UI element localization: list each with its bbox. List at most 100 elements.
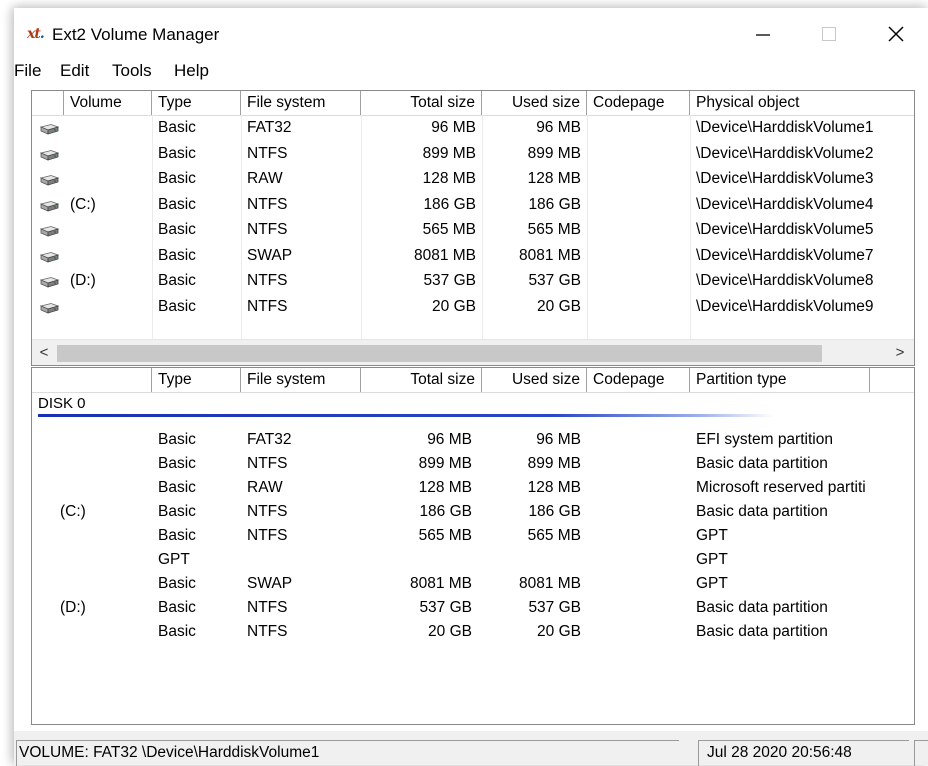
- volume-codepage: [587, 268, 690, 293]
- partition-type: Basic data partition: [696, 503, 828, 520]
- scroll-left-arrow-icon[interactable]: <: [32, 340, 56, 365]
- close-button[interactable]: [873, 14, 919, 54]
- partition-volume: [54, 476, 152, 500]
- volume-physical-object: \Device\HarddiskVolume5: [696, 221, 874, 238]
- title-bar[interactable]: xt. Ext2 Volume Manager: [14, 8, 928, 58]
- col-header-type[interactable]: Type: [152, 368, 241, 392]
- volume-total-size: 186 GB: [423, 195, 476, 213]
- partition-row[interactable]: Basic RAW 128 MB 128 MB Microsoft reserved p…: [32, 476, 914, 500]
- partition-volume: (D:): [60, 599, 86, 616]
- app-window: xt. Ext2 Volume Manager File Edit Tools …: [14, 8, 928, 766]
- volume-row[interactable]: (C:) Basic NTFS 186 GB 186 GB \Device\Harddis…: [32, 192, 914, 217]
- col-header-icon[interactable]: [32, 91, 64, 115]
- partition-type-basic: Basic: [158, 527, 196, 544]
- volume-total-size: 128 MB: [422, 170, 476, 187]
- partition-total-size: 8081 MB: [409, 575, 472, 592]
- col-header-total-size[interactable]: Total size: [361, 368, 482, 392]
- volume-total-size: 8081 MB: [413, 246, 476, 264]
- col-header-partition-type[interactable]: Partition type: [690, 368, 870, 392]
- volume-used-size: 565 MB: [527, 221, 581, 238]
- maximize-button[interactable]: [806, 14, 852, 54]
- volume-row[interactable]: Basic NTFS 565 MB 565 MB \Device\HarddiskVol…: [32, 217, 914, 242]
- volume-codepage: [587, 115, 690, 140]
- volume-physical-object: \Device\HarddiskVolume3: [696, 170, 874, 187]
- drive-icon: [39, 148, 60, 161]
- volume-row[interactable]: Basic SWAP 8081 MB 8081 MB \Device\HarddiskV…: [32, 243, 914, 268]
- volume-type: Basic: [158, 195, 196, 213]
- menu-help[interactable]: Help: [174, 61, 209, 81]
- volume-row[interactable]: Basic NTFS 20 GB 20 GB \Device\HarddiskVolum…: [32, 294, 914, 319]
- volume-type: Basic: [158, 119, 196, 136]
- partition-used-size: 537 GB: [528, 599, 581, 616]
- volume-row[interactable]: Basic FAT32 96 MB 96 MB \Device\HarddiskVolu…: [32, 115, 914, 140]
- partition-row[interactable]: Basic SWAP 8081 MB 8081 MB GPT: [32, 572, 914, 596]
- disk-label[interactable]: DISK 0: [38, 395, 86, 412]
- partition-row[interactable]: Basic FAT32 96 MB 96 MB EFI system partition: [32, 428, 914, 452]
- menu-file[interactable]: File: [14, 61, 41, 81]
- volume-file-system: RAW: [247, 170, 283, 187]
- col-header-file-system[interactable]: File system: [241, 368, 361, 392]
- volume-codepage: [587, 166, 690, 191]
- col-header-codepage[interactable]: Codepage: [587, 91, 690, 115]
- partition-volume: [54, 620, 152, 644]
- partition-row[interactable]: Basic NTFS 899 MB 899 MB Basic data partitio…: [32, 452, 914, 476]
- status-size-grip: [914, 740, 928, 766]
- volume-physical-object: \Device\HarddiskVolume2: [696, 144, 874, 162]
- partition-row[interactable]: Basic NTFS 565 MB 565 MB GPT: [32, 524, 914, 548]
- partition-file-system: SWAP: [247, 575, 293, 592]
- col-header-total-size[interactable]: Total size: [361, 91, 482, 115]
- volume-physical-object: \Device\HarddiskVolume4: [696, 195, 874, 213]
- volume-total-size: 565 MB: [422, 221, 476, 238]
- partition-row[interactable]: (D:) Basic NTFS 537 GB 537 GB Basic data part…: [32, 596, 914, 620]
- partition-total-size: 186 GB: [419, 503, 472, 520]
- minimize-button[interactable]: [740, 14, 786, 54]
- partition-row[interactable]: (C:) Basic NTFS 186 GB 186 GB Basic data part…: [32, 500, 914, 524]
- partition-used-size: 8081 MB: [518, 575, 581, 592]
- partition-used-size: 128 MB: [527, 479, 581, 496]
- horizontal-scrollbar[interactable]: < >: [32, 339, 914, 365]
- col-header-codepage[interactable]: Codepage: [587, 368, 690, 392]
- partition-total-size: 20 GB: [428, 623, 472, 640]
- col-header-used-size[interactable]: Used size: [482, 91, 587, 115]
- volume-row[interactable]: Basic RAW 128 MB 128 MB \Device\HarddiskVolu…: [32, 166, 914, 191]
- volume-list-header: Volume Type File system Total size Used …: [32, 91, 914, 116]
- volume-type: Basic: [158, 297, 196, 315]
- partition-file-system: NTFS: [247, 503, 288, 520]
- partition-total-size: 565 MB: [418, 527, 472, 544]
- partition-total-size: 128 MB: [418, 479, 472, 496]
- scroll-right-arrow-icon[interactable]: >: [888, 340, 912, 365]
- menu-tools[interactable]: Tools: [112, 61, 152, 81]
- col-header-type[interactable]: Type: [152, 91, 241, 115]
- col-header-file-system[interactable]: File system: [241, 91, 361, 115]
- col-header-volume[interactable]: [32, 368, 152, 392]
- volume-file-system: NTFS: [247, 297, 288, 315]
- volume-row[interactable]: (D:) Basic NTFS 537 GB 537 GB \Device\Harddis…: [32, 268, 914, 293]
- partition-type-basic: Basic: [158, 455, 196, 472]
- volume-name: [64, 166, 152, 191]
- partition-file-system: NTFS: [247, 599, 288, 616]
- col-header-physical-object[interactable]: Physical object: [690, 91, 914, 115]
- volume-file-system: FAT32: [247, 119, 292, 136]
- volume-list[interactable]: Volume Type File system Total size Used …: [31, 90, 915, 366]
- volume-total-size: 96 MB: [431, 119, 476, 136]
- partition-volume: [54, 572, 152, 596]
- partition-total-size: [357, 548, 478, 572]
- app-logo-icon: xt.: [27, 26, 45, 42]
- volume-type: Basic: [158, 144, 196, 162]
- menu-bar: File Edit Tools Help: [14, 58, 928, 84]
- volume-physical-object: \Device\HarddiskVolume8: [696, 272, 874, 289]
- partition-row[interactable]: Basic NTFS 20 GB 20 GB Basic data partition: [32, 620, 914, 644]
- volume-codepage: [587, 141, 690, 166]
- partition-file-system: NTFS: [247, 623, 288, 640]
- partition-type-basic: Basic: [158, 575, 196, 592]
- volume-row[interactable]: Basic NTFS 899 MB 899 MB \Device\HarddiskVol…: [32, 141, 914, 166]
- col-header-used-size[interactable]: Used size: [482, 368, 587, 392]
- partition-row[interactable]: GPT GPT: [32, 548, 914, 572]
- volume-total-size: 899 MB: [422, 144, 476, 162]
- status-timestamp: Jul 28 2020 20:56:48: [698, 740, 909, 766]
- partition-list[interactable]: Type File system Total size Used size Co…: [31, 367, 915, 725]
- menu-edit[interactable]: Edit: [60, 61, 89, 81]
- col-header-volume[interactable]: Volume: [64, 91, 152, 115]
- scrollbar-thumb[interactable]: [57, 345, 822, 362]
- volume-used-size: 186 GB: [528, 195, 581, 213]
